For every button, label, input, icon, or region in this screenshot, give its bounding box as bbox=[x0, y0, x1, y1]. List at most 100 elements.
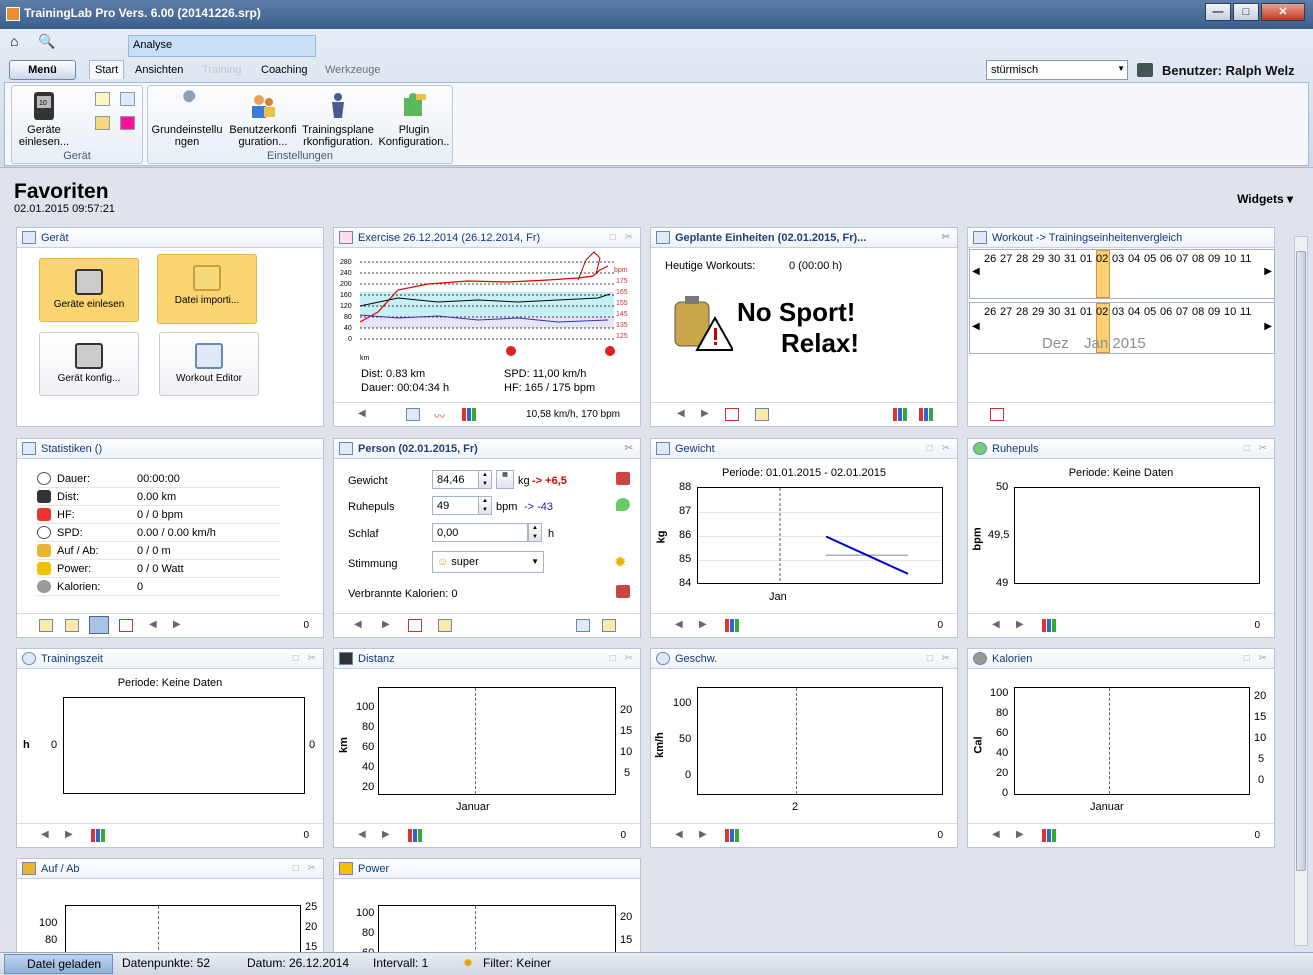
calendar-day[interactable]: 08 bbox=[1192, 306, 1204, 318]
widget-tools-icon[interactable]: □ ✂ bbox=[927, 653, 953, 664]
calendar-day[interactable]: 11 bbox=[1240, 306, 1251, 318]
back-arrow-icon[interactable]: ◀ bbox=[149, 619, 157, 630]
calendar-icon[interactable] bbox=[408, 619, 422, 632]
calendar-day[interactable]: 27 bbox=[1000, 306, 1012, 318]
calendar-day[interactable]: 29 bbox=[1032, 253, 1044, 265]
table-selected-icon[interactable] bbox=[89, 616, 109, 634]
calendar-day[interactable]: 04 bbox=[1128, 306, 1140, 318]
widget-tools-icon[interactable]: □ ✂ bbox=[1244, 443, 1270, 454]
calendar-day[interactable]: 09 bbox=[1208, 253, 1220, 265]
widget-tools-icon[interactable]: □ ✂ bbox=[610, 232, 636, 243]
ruhepuls-stepper[interactable]: ▲ ▼ bbox=[478, 496, 492, 515]
edit-icon[interactable] bbox=[602, 619, 616, 632]
forward-arrow-icon[interactable]: ▶ bbox=[65, 829, 73, 840]
bar-chart-icon[interactable] bbox=[1042, 829, 1056, 842]
calendar-day[interactable]: 02 bbox=[1096, 253, 1108, 265]
calendar-day[interactable]: 27 bbox=[1000, 253, 1012, 265]
bar-chart-icon[interactable] bbox=[1042, 619, 1056, 632]
table-icon[interactable] bbox=[39, 619, 53, 632]
calculator-icon[interactable]: ▦ bbox=[496, 470, 514, 489]
back-arrow-icon[interactable]: ◀ bbox=[675, 829, 683, 840]
table-icon[interactable] bbox=[438, 619, 452, 632]
widgets-menu[interactable]: Widgets ▾ bbox=[1237, 192, 1293, 206]
calendar-day[interactable]: 01 bbox=[1080, 253, 1092, 265]
home-icon[interactable]: ⌂ bbox=[10, 33, 28, 51]
status-filter[interactable]: Filter: Keiner bbox=[483, 956, 551, 970]
widget-tools-icon[interactable]: □ ✂ bbox=[1244, 653, 1270, 664]
trainingsplanerkonfiguration-button[interactable]: Trainingsplane rkonfiguration. bbox=[300, 90, 376, 148]
bar-chart-icon[interactable] bbox=[91, 829, 105, 842]
calendar-day[interactable]: 06 bbox=[1160, 306, 1172, 318]
table-icon[interactable] bbox=[65, 619, 79, 632]
forward-arrow-icon[interactable]: ▶ bbox=[699, 829, 707, 840]
calendar-day[interactable]: 28 bbox=[1016, 253, 1028, 265]
back-arrow-icon[interactable]: ◀ bbox=[992, 829, 1000, 840]
calendar-next-icon[interactable]: ▶ bbox=[1264, 266, 1272, 277]
calendar-day[interactable]: 08 bbox=[1192, 253, 1204, 265]
bar-chart-icon[interactable] bbox=[462, 408, 476, 421]
widget-tools-icon[interactable]: □ ✂ bbox=[610, 653, 636, 664]
weight-stepper[interactable]: ▲ ▼ bbox=[478, 470, 492, 489]
maximize-button[interactable]: □ bbox=[1233, 3, 1259, 21]
widget-tools-icon[interactable]: □ ✂ bbox=[927, 443, 953, 454]
calendar-day[interactable]: 31 bbox=[1064, 253, 1076, 265]
calendar-day[interactable]: 07 bbox=[1176, 253, 1188, 265]
tile-workout-editor[interactable]: Workout Editor bbox=[159, 332, 259, 396]
close-button[interactable]: ✕ bbox=[1261, 3, 1305, 21]
bar-chart-icon[interactable] bbox=[725, 829, 739, 842]
forward-arrow-icon[interactable]: ▶ bbox=[173, 619, 181, 630]
calendar-icon[interactable] bbox=[990, 408, 1004, 421]
calendar-day[interactable]: 26 bbox=[984, 253, 996, 265]
minimize-button[interactable]: — bbox=[1205, 3, 1231, 21]
forward-arrow-icon[interactable]: ▶ bbox=[701, 408, 709, 419]
widget-tools-icon[interactable]: ✂ bbox=[625, 443, 636, 454]
calendar-day[interactable]: 05 bbox=[1144, 253, 1156, 265]
tab-start[interactable]: Start bbox=[89, 60, 125, 79]
calendar-day[interactable]: 04 bbox=[1128, 253, 1140, 265]
back-arrow-icon[interactable]: ◀ bbox=[41, 829, 49, 840]
weight-input[interactable] bbox=[432, 470, 480, 489]
tab-ansichten[interactable]: Ansichten bbox=[135, 62, 183, 78]
calendar-day[interactable]: 31 bbox=[1064, 306, 1076, 318]
heart-icon[interactable] bbox=[120, 116, 135, 130]
search-icon[interactable]: 🔍 bbox=[38, 33, 56, 51]
calendar-prev-icon[interactable]: ◀ bbox=[972, 266, 980, 277]
read-device-button[interactable]: 10 Geräte einlesen... bbox=[14, 90, 74, 148]
calendar-icon[interactable] bbox=[119, 619, 133, 632]
forward-arrow-icon[interactable]: ▶ bbox=[699, 619, 707, 630]
tab-werkzeuge[interactable]: Werkzeuge bbox=[325, 62, 380, 78]
widget-tools-icon[interactable]: □ ✂ bbox=[293, 653, 319, 664]
bar-chart-icon[interactable] bbox=[725, 619, 739, 632]
schlaf-stepper[interactable]: ▲ ▼ bbox=[528, 523, 542, 542]
bar-chart-icon[interactable] bbox=[408, 829, 422, 842]
benutzerkonfiguration-button[interactable]: Benutzerkonfi guration... bbox=[226, 90, 300, 148]
calendar-day[interactable]: 07 bbox=[1176, 306, 1188, 318]
calendar-day[interactable]: 26 bbox=[984, 306, 996, 318]
forward-arrow-icon[interactable]: ▶ bbox=[382, 829, 390, 840]
table-icon[interactable] bbox=[120, 92, 135, 106]
widget-tools-icon[interactable]: □ ✂ bbox=[293, 863, 319, 874]
list-icon[interactable] bbox=[576, 619, 590, 632]
bar-chart-icon[interactable] bbox=[893, 408, 907, 421]
back-arrow-icon[interactable]: ◀ bbox=[992, 619, 1000, 630]
tile-read-device[interactable]: Geräte einlesen bbox=[39, 258, 139, 322]
bar-chart-settings-icon[interactable] bbox=[919, 408, 933, 421]
folder-icon[interactable] bbox=[95, 116, 110, 130]
scrollbar-thumb[interactable] bbox=[1296, 251, 1306, 871]
calendar-day[interactable]: 05 bbox=[1144, 306, 1156, 318]
menu-button[interactable]: Menü bbox=[9, 60, 76, 80]
calendar-day[interactable]: 01 bbox=[1080, 306, 1092, 318]
calendar-day[interactable]: 03 bbox=[1112, 253, 1124, 265]
chart-icon[interactable]: 〰 bbox=[434, 408, 448, 423]
tab-coaching[interactable]: Coaching bbox=[261, 62, 307, 78]
calendar-day[interactable]: 29 bbox=[1032, 306, 1044, 318]
back-arrow-icon[interactable]: ◀ bbox=[354, 619, 362, 630]
calendar-day[interactable]: 11 bbox=[1240, 253, 1251, 265]
calendar-day[interactable]: 30 bbox=[1048, 306, 1060, 318]
calendar-day[interactable]: 28 bbox=[1016, 306, 1028, 318]
vertical-scrollbar[interactable] bbox=[1294, 236, 1308, 946]
forward-arrow-icon[interactable]: ▶ bbox=[1016, 619, 1024, 630]
tile-import-file[interactable]: Datei importi... bbox=[157, 254, 257, 324]
back-arrow-icon[interactable]: ◀ bbox=[358, 829, 366, 840]
calendar-day[interactable]: 09 bbox=[1208, 306, 1220, 318]
